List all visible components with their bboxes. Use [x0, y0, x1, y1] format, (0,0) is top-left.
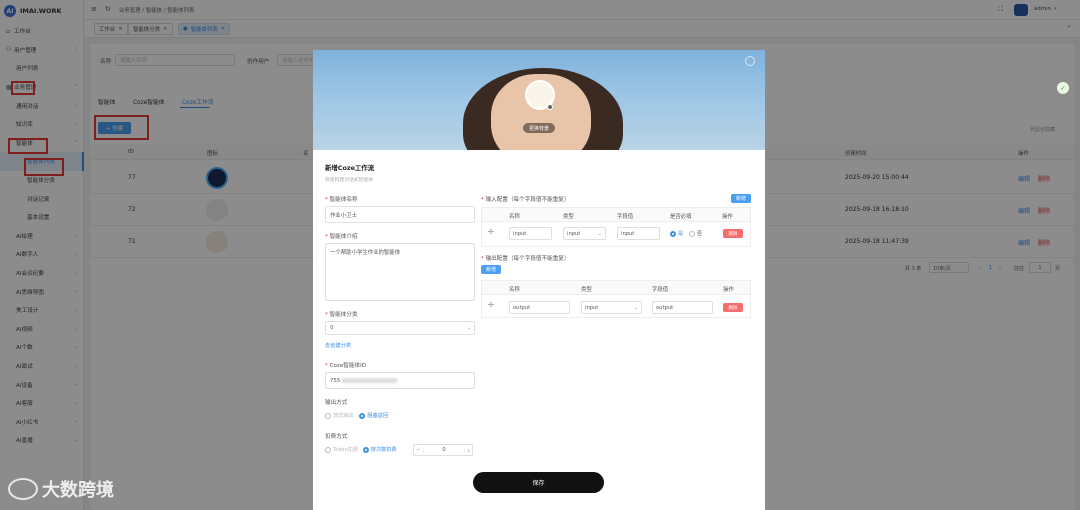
- chevron-down-icon: ⌄: [633, 304, 638, 311]
- change-background-button[interactable]: 更换背景: [523, 123, 555, 133]
- category-label: * 智能体分类: [325, 312, 358, 318]
- output-type-select[interactable]: input ⌄: [581, 301, 642, 314]
- input-delete-button[interactable]: 删除: [723, 229, 743, 238]
- radio-per-count[interactable]: [362, 446, 369, 453]
- billing-label: 扣费方式: [325, 434, 348, 440]
- banner-background[interactable]: 更换背景: [313, 50, 765, 150]
- column-header: 是否必填: [670, 214, 692, 220]
- coze-id-value: 755: [330, 377, 341, 384]
- intro-label: * 智能体介绍: [325, 234, 358, 240]
- modal-subtitle: 快速构建对话式智能体: [325, 178, 373, 183]
- column-header: 操作: [722, 214, 733, 220]
- radio-required-yes[interactable]: [670, 230, 676, 237]
- category-value: 0: [330, 325, 334, 331]
- drag-handle-icon[interactable]: ✢: [488, 301, 494, 309]
- output-add-button[interactable]: 新增: [481, 265, 501, 274]
- required-radio-group: 是 否: [670, 230, 702, 237]
- modal-title: 新增Coze工作流: [325, 164, 375, 172]
- column-header: 类型: [563, 214, 574, 220]
- name-input[interactable]: 作业小卫士: [325, 206, 475, 223]
- blurred-text: [342, 378, 398, 383]
- billing-radio-group: Token扣费 按次数扣费: [325, 446, 397, 453]
- watermark-text: 大数跨境: [42, 480, 114, 501]
- radio-blocking[interactable]: [359, 412, 366, 419]
- input-name-field[interactable]: input: [509, 227, 552, 240]
- output-mode-radio-group: 流式输出 阻塞返回: [325, 412, 388, 419]
- chevron-down-icon: ⌄: [597, 230, 602, 237]
- input-type-select[interactable]: input ⌄: [563, 227, 606, 240]
- output-delete-button[interactable]: 删除: [723, 303, 743, 312]
- output-table-header: [482, 281, 750, 295]
- column-header: 操作: [723, 287, 734, 293]
- minus-icon[interactable]: −: [414, 447, 424, 453]
- output-mode-label: 输出方式: [325, 400, 348, 406]
- radio-required-no[interactable]: [688, 230, 695, 237]
- drag-handle-icon[interactable]: ✢: [488, 228, 494, 236]
- input-add-button[interactable]: 新增: [731, 194, 751, 203]
- create-category-link[interactable]: 去创建分类: [325, 342, 351, 349]
- input-config-label: * 输入配置（每个字段值不能重复）: [481, 197, 570, 203]
- output-name-field[interactable]: output: [509, 301, 570, 314]
- input-config-table: 名称 类型 字段值 是否必填 操作 ✢ input input ⌄ input 是…: [481, 207, 751, 247]
- radio-label: Token扣费: [333, 447, 359, 453]
- input-table-header: [482, 208, 750, 222]
- stepper-arrows-icon[interactable]: ⇕: [464, 447, 472, 453]
- radio-label: 否: [696, 231, 703, 237]
- radio-token[interactable]: [325, 446, 331, 453]
- radio-label: 是: [678, 231, 684, 237]
- category-select[interactable]: 0 ⌄: [325, 321, 475, 335]
- coze-id-input[interactable]: 755: [325, 372, 475, 389]
- radio-label: 按次数扣费: [370, 447, 397, 453]
- output-field-value[interactable]: output: [652, 301, 713, 314]
- check-circle-icon[interactable]: ✓: [1057, 82, 1069, 94]
- billing-amount-stepper[interactable]: − 0 ⇕: [413, 444, 473, 456]
- save-button[interactable]: 保存: [473, 472, 604, 493]
- radio-label: 流式输出: [333, 413, 354, 419]
- output-config-label: * 输出配置（每个字段值不能重复）: [481, 256, 570, 262]
- create-workflow-modal: 更换背景 新增Coze工作流 快速构建对话式智能体 * 智能体名称 作业小卫士 …: [313, 50, 765, 510]
- watermark: 大数跨境: [8, 476, 114, 502]
- chevron-down-icon: ⌄: [466, 325, 471, 331]
- output-config-table: 名称 类型 字段值 操作 ✢ output input ⌄ output 删除: [481, 280, 751, 318]
- input-field-value[interactable]: input: [617, 227, 660, 240]
- column-header: 名称: [509, 214, 520, 220]
- watermark-logo-icon: [8, 478, 38, 500]
- radio-stream[interactable]: [325, 412, 331, 419]
- column-header: 名称: [509, 287, 520, 293]
- radio-label: 阻塞返回: [367, 413, 389, 419]
- column-header: 字段值: [652, 287, 669, 293]
- billing-amount-value: 0: [442, 447, 446, 453]
- column-header: 字段值: [617, 214, 634, 220]
- intro-textarea[interactable]: 一个帮助小学生作业的智能体: [325, 243, 475, 301]
- column-header: 类型: [581, 287, 592, 293]
- name-label: * 智能体名称: [325, 197, 358, 203]
- input-type-value: input: [567, 230, 581, 237]
- coze-id-label: * Coze智能体ID: [325, 363, 367, 369]
- banner-close-icon[interactable]: [745, 56, 755, 66]
- camera-icon[interactable]: [547, 104, 553, 110]
- output-type-value: input: [585, 304, 599, 311]
